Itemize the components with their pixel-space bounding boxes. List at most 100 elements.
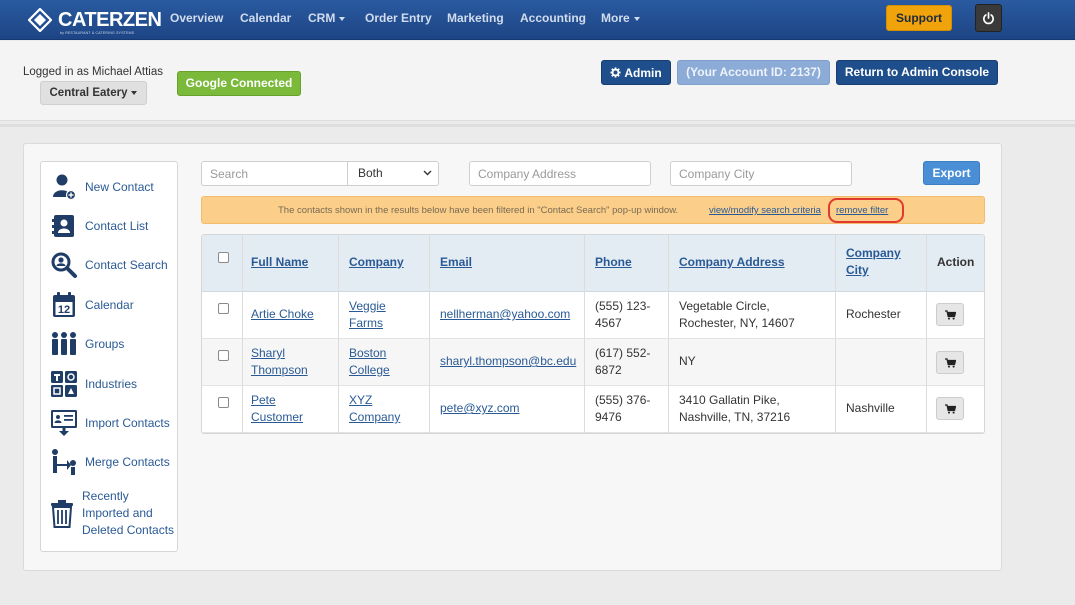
header-company-city[interactable]: Company City — [846, 245, 901, 279]
phone-line: 9476 — [595, 410, 622, 424]
return-admin-console-button[interactable]: Return to Admin Console — [836, 60, 998, 85]
nav-accounting-label: Accounting — [520, 11, 586, 25]
top-navbar: CATERZEN by RESTAURANT & CATERING SYSTEM… — [0, 0, 1075, 40]
table-row: Artie Choke Veggie Farms nellherman@yahoo… — [202, 292, 984, 339]
account-id-button[interactable]: (Your Account ID: 2137) — [677, 60, 830, 85]
contact-name-link[interactable]: Artie Choke — [251, 306, 314, 323]
nav-more[interactable]: More — [601, 11, 640, 25]
column-divider — [584, 235, 585, 433]
row-checkbox[interactable] — [218, 303, 229, 314]
nav-accounting[interactable]: Accounting — [520, 11, 586, 25]
support-button[interactable]: Support — [886, 5, 952, 31]
header-divider — [0, 124, 1075, 127]
sidebar-item-label: New Contact — [85, 179, 154, 194]
power-icon — [983, 11, 994, 24]
nav-overview[interactable]: Overview — [170, 11, 223, 25]
company-line: College — [349, 363, 390, 377]
nav-overview-label: Overview — [170, 11, 224, 25]
company-link[interactable]: XYZ Company — [349, 392, 400, 426]
logged-in-label: Logged in as Michael Attias — [23, 66, 164, 78]
add-to-order-button[interactable] — [936, 397, 964, 420]
sidebar-item-new-contact[interactable]: New Contact — [41, 172, 177, 202]
nav-marketing-label: Marketing — [447, 11, 504, 25]
sidebar-item-calendar[interactable]: 12 Calendar — [41, 290, 177, 320]
contacts-table: Full Name Company Email Phone Company Ad… — [201, 234, 985, 434]
phone-line: (617) 552- — [595, 346, 651, 360]
header-email[interactable]: Email — [440, 254, 472, 271]
trash-icon — [47, 499, 77, 529]
modify-search-criteria-link[interactable]: view/modify search criteria — [709, 205, 821, 216]
brand-name: CATERZEN — [58, 9, 162, 31]
sidebar-item-import-contacts[interactable]: Import Contacts — [41, 408, 177, 438]
company-line: Farms — [349, 316, 383, 330]
chevron-down-icon — [131, 90, 138, 95]
sidebar-item-contact-search[interactable]: Contact Search — [41, 250, 177, 280]
sidebar-item-groups[interactable]: Groups — [41, 329, 177, 359]
logout-button[interactable] — [975, 4, 1002, 32]
header-company-address[interactable]: Company Address — [679, 254, 785, 271]
contacts-sidebar: New Contact Contact List Contact Search … — [40, 161, 178, 552]
table-row: Sharyl Thompson Boston College sharyl.thom… — [202, 339, 984, 386]
email-link[interactable]: nellherman@yahoo.com — [440, 306, 570, 323]
header-company-city-line: Company — [846, 246, 901, 260]
company-line: XYZ — [349, 393, 373, 407]
add-to-order-button[interactable] — [936, 303, 964, 326]
contact-name-line: Pete — [251, 393, 276, 407]
header-company[interactable]: Company — [349, 254, 404, 271]
email-link[interactable]: pete@xyz.com — [440, 400, 520, 417]
sidebar-item-label-line: Recently — [82, 489, 129, 503]
column-divider — [429, 235, 430, 433]
company-link[interactable]: Boston College — [349, 345, 390, 379]
contact-name-link[interactable]: Pete Customer — [251, 392, 303, 426]
sidebar-item-contact-list[interactable]: Contact List — [41, 211, 177, 241]
row-checkbox[interactable] — [218, 350, 229, 361]
header-full-name[interactable]: Full Name — [251, 254, 308, 271]
contact-name-link[interactable]: Sharyl Thompson — [251, 345, 308, 379]
logo-mark-icon — [28, 8, 52, 32]
select-all-checkbox[interactable] — [218, 252, 229, 263]
search-icon — [49, 250, 79, 280]
brand-tagline: by RESTAURANT & CATERING SYSTEMS — [60, 31, 135, 35]
svg-text:12: 12 — [58, 304, 70, 316]
sidebar-item-label: Calendar — [85, 297, 134, 312]
row-checkbox[interactable] — [218, 397, 229, 408]
address-line: Vegetable Circle, — [679, 299, 770, 313]
nav-crm[interactable]: CRM — [308, 11, 346, 25]
phone-cell: (555) 376- 9476 — [595, 392, 650, 426]
sidebar-item-label: Import Contacts — [85, 415, 170, 430]
cart-icon — [944, 357, 956, 368]
search-input[interactable] — [201, 161, 348, 186]
phone-cell: (555) 123- 4567 — [595, 298, 650, 332]
sidebar-item-industries[interactable]: Industries — [41, 369, 177, 399]
company-city-input[interactable] — [670, 161, 852, 186]
export-button[interactable]: Export — [923, 161, 980, 185]
google-connected-button[interactable]: Google Connected — [177, 71, 301, 96]
add-to-order-button[interactable] — [936, 351, 964, 374]
nav-marketing[interactable]: Marketing — [447, 11, 504, 25]
merge-icon — [49, 447, 79, 477]
nav-calendar[interactable]: Calendar — [240, 11, 291, 25]
sidebar-item-recently-imported-deleted[interactable]: Recently Imported and Deleted Contacts — [41, 488, 177, 539]
nav-more-label: More — [601, 11, 630, 25]
email-link[interactable]: sharyl.thompson@bc.edu — [440, 353, 576, 370]
header-phone[interactable]: Phone — [595, 254, 632, 271]
header-action: Action — [937, 255, 975, 269]
company-line: Boston — [349, 346, 387, 360]
sidebar-item-label: Recently Imported and Deleted Contacts — [82, 488, 174, 539]
cart-icon — [944, 403, 956, 414]
company-address-input[interactable] — [469, 161, 651, 186]
column-divider — [242, 235, 243, 433]
admin-button[interactable]: Admin — [601, 60, 671, 85]
company-link[interactable]: Veggie Farms — [349, 298, 386, 332]
filter-banner-text: The contacts shown in the results below … — [278, 205, 679, 216]
brand-logo[interactable]: CATERZEN by RESTAURANT & CATERING SYSTEM… — [28, 6, 162, 35]
search-scope-select[interactable]: Both — [347, 161, 439, 186]
import-icon — [49, 408, 79, 438]
calendar-icon: 12 — [49, 290, 79, 320]
nav-crm-label: CRM — [308, 11, 336, 25]
sidebar-item-merge-contacts[interactable]: Merge Contacts — [41, 447, 177, 477]
nav-order-entry[interactable]: Order Entry — [365, 11, 432, 25]
address-line: 3410 Gallatin Pike, — [679, 393, 780, 407]
groups-icon — [49, 329, 79, 359]
location-dropdown[interactable]: Central Eatery — [40, 81, 147, 105]
